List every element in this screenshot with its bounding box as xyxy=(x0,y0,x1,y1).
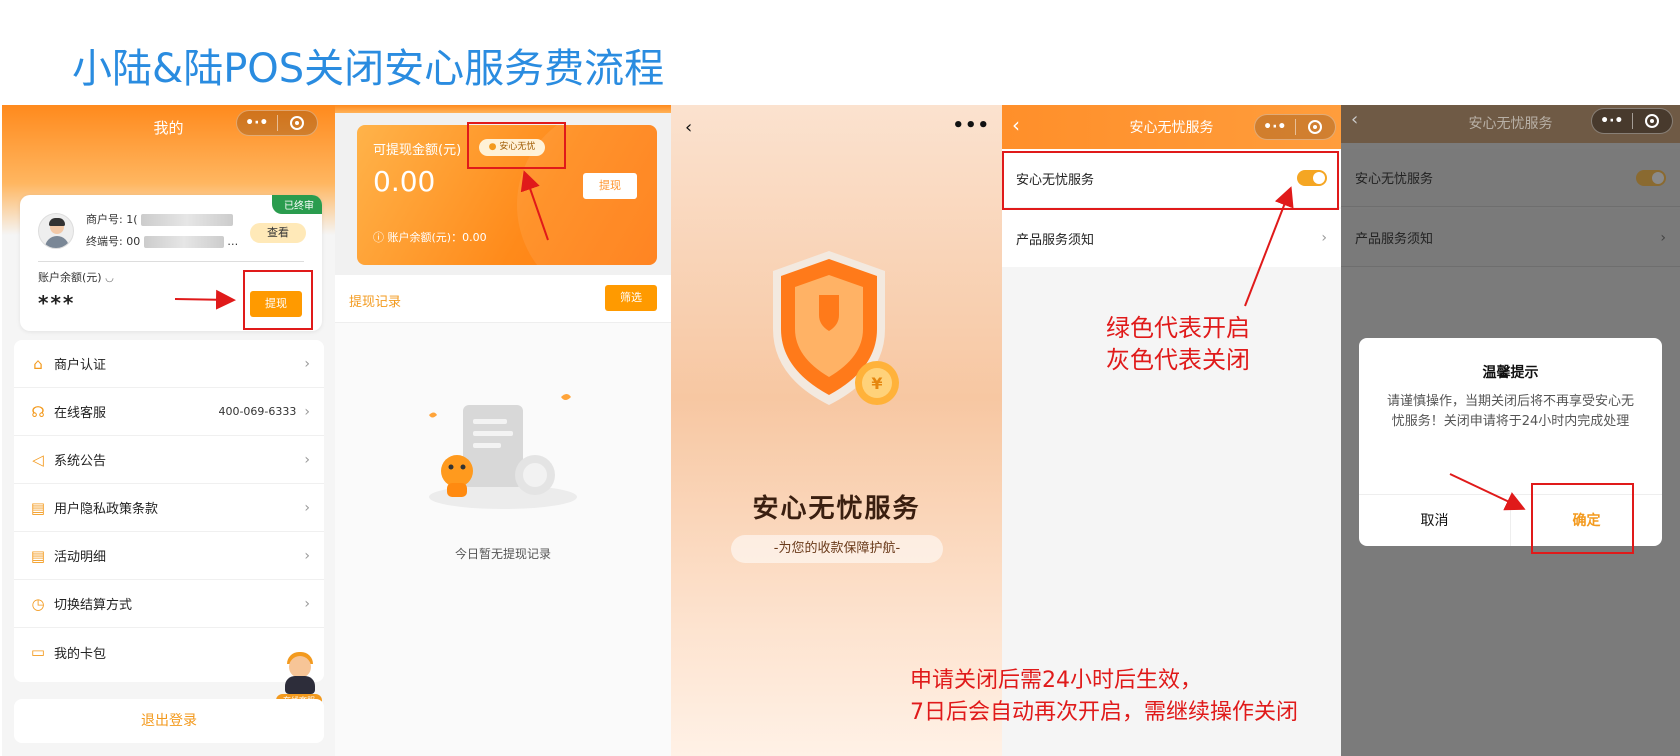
account-balance: ⓘ 账户余额(元)：0.00 xyxy=(373,231,487,244)
svg-text:¥: ¥ xyxy=(871,374,882,393)
withdraw-button[interactable]: 提现 xyxy=(583,173,637,199)
more-icon[interactable]: •·• xyxy=(1592,109,1632,133)
terminal-no-label: 终端号: xyxy=(86,235,123,248)
service-phone[interactable]: 400-069-6333 xyxy=(218,405,296,418)
setting-row-product-notice[interactable]: 产品服务须知 › xyxy=(1002,209,1341,267)
menu-item-merchant-auth[interactable]: ⌂ 商户认证 › xyxy=(14,340,324,388)
more-icon[interactable]: •·• xyxy=(237,111,277,135)
chevron-right-icon: › xyxy=(304,499,310,516)
menu-item-label: 活动明细 xyxy=(54,550,107,565)
logout-button[interactable]: 退出登录 xyxy=(14,699,324,743)
menu-item-privacy-policy[interactable]: ▤ 用户隐私政策条款 › xyxy=(14,484,324,532)
dialog-title: 温馨提示 xyxy=(1482,365,1539,381)
terminal-no-value: 00 xyxy=(126,235,141,248)
miniprogram-capsule: •·• xyxy=(236,110,318,136)
menu-item-announcements[interactable]: ◁ 系统公告 › xyxy=(14,436,324,484)
slide: 小陆&陆POS关闭安心服务费流程 我的 •·• 已终审 商户号: 1( 终端号:… xyxy=(0,0,1680,756)
dialog-message: 请谨慎操作，当期关闭后将不再享受安心无忧服务！关闭申请将于24小时内完成处理 xyxy=(1386,394,1634,429)
menu-item-online-service[interactable]: ☊ 在线客服 400-069-6333 › xyxy=(14,388,324,436)
chevron-right-icon: › xyxy=(304,451,310,468)
terminal-no-suffix: … xyxy=(227,235,239,248)
setting-row-service: 安心无忧服务 xyxy=(1341,149,1680,207)
menu-item-label: 商户认证 xyxy=(54,358,107,373)
redacted-value xyxy=(141,214,234,226)
service-title: 安心无忧服务 xyxy=(752,494,921,524)
more-icon[interactable]: ••• xyxy=(952,115,990,136)
records-title: 提现记录 xyxy=(349,295,402,310)
chevron-right-icon: › xyxy=(304,355,310,372)
divider xyxy=(38,261,304,262)
close-miniprogram-icon[interactable] xyxy=(278,116,318,130)
service-toggle[interactable] xyxy=(1636,169,1666,186)
chevron-right-icon: › xyxy=(304,595,310,612)
chevron-right-icon: › xyxy=(1660,229,1666,246)
eye-closed-icon[interactable]: ◡ xyxy=(105,273,114,284)
header-strip xyxy=(335,105,671,113)
close-miniprogram-icon[interactable] xyxy=(1633,114,1673,128)
effective-time-annotation: 申请关闭后需24小时后生效， 7日后会自动再次开启，需继续操作关闭 xyxy=(910,668,1298,725)
close-miniprogram-icon[interactable] xyxy=(1296,120,1336,134)
service-subtitle: -为您的收款保障护航- xyxy=(731,535,943,563)
empty-state-text: 今日暂无提现记录 xyxy=(454,547,551,561)
card-icon: ▭ xyxy=(30,643,46,661)
clock-icon: ◷ xyxy=(31,594,45,613)
miniprogram-capsule: •·• xyxy=(1591,108,1673,134)
miniprogram-capsule: •·• xyxy=(1254,114,1336,140)
panel-my-account: 我的 •·• 已终审 商户号: 1( 终端号: 00 … 查看 账户余额(元) … xyxy=(2,105,335,756)
empty-state-illustration xyxy=(429,394,577,509)
records-bar: 提现记录 筛选 xyxy=(335,275,671,323)
back-icon[interactable]: ‹ xyxy=(685,117,692,138)
setting-label: 产品服务须知 xyxy=(1016,232,1095,248)
chevron-right-icon: › xyxy=(1321,230,1327,246)
menu-item-label: 切换结算方式 xyxy=(54,598,133,613)
balance-value: *** xyxy=(38,291,76,315)
menu-item-activity-details[interactable]: ▤ 活动明细 › xyxy=(14,532,324,580)
slide-title: 小陆&陆POS关闭安心服务费流程 xyxy=(72,46,665,92)
status-badge: 已终审 xyxy=(272,195,322,214)
menu-item-settlement-method[interactable]: ◷ 切换结算方式 › xyxy=(14,580,324,628)
shield-icon: ¥ xyxy=(773,251,899,405)
view-button[interactable]: 查看 xyxy=(250,223,306,243)
menu-item-label: 系统公告 xyxy=(54,454,107,469)
help-icon[interactable]: ⓘ xyxy=(373,231,384,244)
menu-item-label: 用户隐私政策条款 xyxy=(54,502,159,517)
megaphone-icon: ◁ xyxy=(32,450,44,469)
chevron-right-icon: › xyxy=(304,547,310,564)
redacted-value xyxy=(143,236,224,248)
filter-button[interactable]: 筛选 xyxy=(605,285,657,311)
panel-withdraw: 可提现金额(元) ● 安心无忧 0.00 提现 ⓘ 账户余额(元)：0.00 提… xyxy=(335,105,671,756)
merchant-no: 商户号: 1( xyxy=(86,211,234,227)
balance-label: 账户余额(元) ◡ xyxy=(38,271,114,284)
withdrawable-amount: 0.00 xyxy=(373,165,436,198)
chevron-right-icon: › xyxy=(304,403,310,420)
highlight-service-badge xyxy=(467,122,566,169)
highlight-withdraw-button xyxy=(243,270,313,330)
withdrawable-label: 可提现金额(元) xyxy=(373,143,462,158)
document-icon: ▤ xyxy=(30,498,46,517)
toggle-color-annotation: 绿色代表开启 灰色代表关闭 xyxy=(1106,314,1250,374)
highlight-confirm-button xyxy=(1531,483,1634,554)
menu-item-label: 在线客服 xyxy=(54,406,107,421)
merchant-no-label: 商户号: xyxy=(86,213,123,226)
menu-list: ⌂ 商户认证 › ☊ 在线客服 400-069-6333 › ◁ 系统公告 › … xyxy=(14,340,324,682)
more-icon[interactable]: •·• xyxy=(1255,115,1295,139)
menu-item-card-wallet[interactable]: ▭ 我的卡包 xyxy=(14,628,324,676)
list-icon: ▤ xyxy=(30,546,46,565)
panel-confirm-dialog: ‹ 安心无忧服务 •·• 安心无忧服务 产品服务须知 › 温馨提示 请谨慎操作，… xyxy=(1341,105,1680,756)
menu-item-label: 我的卡包 xyxy=(54,646,107,662)
setting-label: 安心无忧服务 xyxy=(1355,172,1434,187)
setting-label: 产品服务须知 xyxy=(1355,232,1434,247)
merchant-no-value: 1( xyxy=(126,213,138,226)
highlight-service-toggle-row xyxy=(1002,151,1339,210)
cancel-button[interactable]: 取消 xyxy=(1359,495,1511,546)
panel-service-intro: ‹ ••• ¥ 安心无忧服务 -为您的收款保障护航- xyxy=(671,105,1002,756)
headset-icon: ☊ xyxy=(31,402,45,421)
setting-row-product-notice[interactable]: 产品服务须知 › xyxy=(1341,209,1680,267)
home-icon: ⌂ xyxy=(33,354,43,373)
avatar xyxy=(38,213,74,249)
terminal-no: 终端号: 00 … xyxy=(86,233,238,249)
